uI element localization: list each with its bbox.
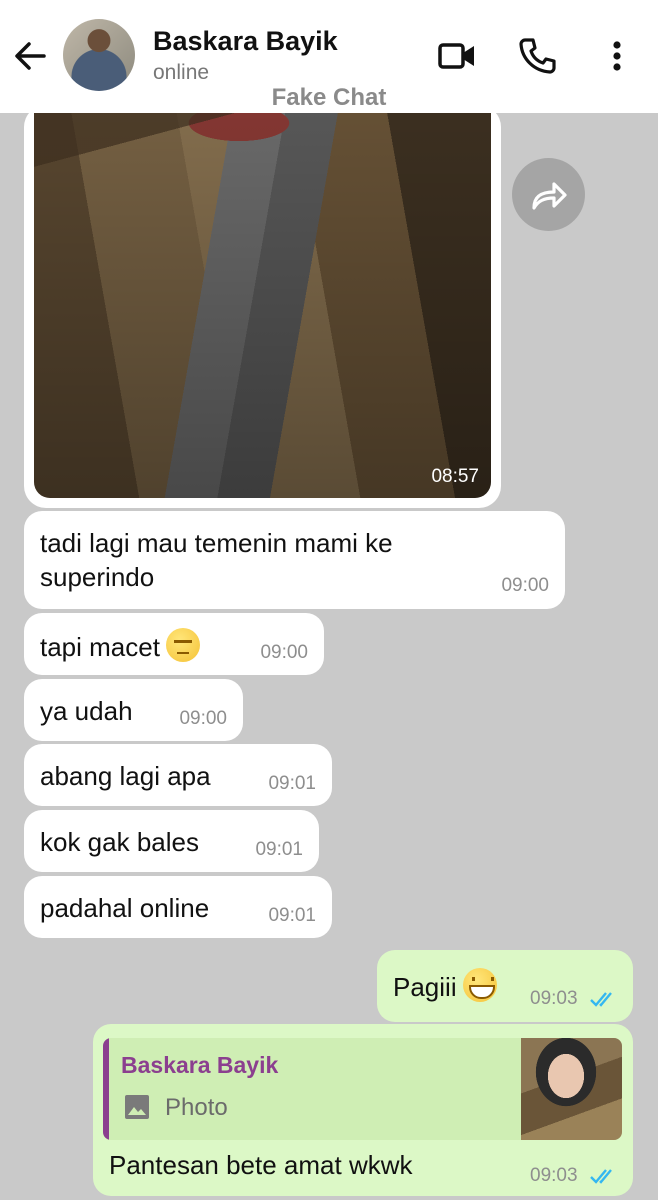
read-ticks-icon xyxy=(590,992,612,1007)
contact-name[interactable]: Baskara Bayik xyxy=(153,26,338,57)
incoming-message[interactable]: tapi macet 09:00 xyxy=(24,613,324,675)
quoted-reply[interactable]: Baskara Bayik Photo xyxy=(103,1038,622,1140)
message-text: kok gak bales xyxy=(40,827,199,857)
contact-status: online xyxy=(153,61,210,84)
reply-media-type: Photo xyxy=(165,1094,228,1121)
message-time: 09:00 xyxy=(179,708,227,729)
more-vert-icon[interactable] xyxy=(597,36,637,76)
avatar[interactable] xyxy=(63,19,135,91)
message-time: 09:01 xyxy=(255,839,303,860)
grinning-emoji xyxy=(462,968,497,1002)
outgoing-message[interactable]: Baskara Bayik Photo Pantesan bete amat w… xyxy=(93,1024,633,1196)
incoming-message[interactable]: kok gak bales 09:01 xyxy=(24,810,319,872)
message-time: 09:01 xyxy=(268,773,316,794)
read-ticks-icon xyxy=(590,1169,612,1184)
message-text: Pantesan bete amat wkwk xyxy=(109,1150,413,1180)
message-time: 09:03 xyxy=(530,988,578,1009)
photo-message[interactable]: 08:57 xyxy=(24,105,501,508)
incoming-message[interactable]: padahal online 09:01 xyxy=(24,876,332,938)
outgoing-message[interactable]: Pagiii 09:03 xyxy=(377,950,633,1022)
fake-chat-watermark: Fake Chat xyxy=(271,84,387,111)
photo-image[interactable]: 08:57 xyxy=(34,105,491,498)
reply-accent-bar xyxy=(103,1038,109,1140)
message-text: tapi macet xyxy=(40,632,160,662)
message-text: Pagiii xyxy=(393,972,457,1002)
message-time: 08:57 xyxy=(431,466,479,487)
message-time: 09:00 xyxy=(260,642,308,663)
message-text: padahal online xyxy=(40,893,210,923)
incoming-message[interactable]: tadi lagi mau temenin mami ke superindo … xyxy=(24,511,565,609)
message-text: ya udah xyxy=(40,696,133,726)
incoming-message[interactable]: ya udah 09:00 xyxy=(24,679,243,741)
message-time: 09:01 xyxy=(268,905,316,926)
message-text: tadi lagi mau temenin mami ke superindo xyxy=(40,528,393,592)
phone-icon[interactable] xyxy=(517,36,557,76)
message-text: abang lagi apa xyxy=(40,761,211,791)
message-text-wrap: Pagiii xyxy=(393,968,497,1004)
forward-button[interactable] xyxy=(512,158,585,231)
message-time: 09:00 xyxy=(501,575,549,596)
incoming-message[interactable]: abang lagi apa 09:01 xyxy=(24,744,332,806)
message-text-wrap: tapi macet xyxy=(40,628,200,664)
rolling-eyes-emoji xyxy=(165,628,200,662)
message-time: 09:03 xyxy=(530,1165,578,1186)
reply-thumbnail xyxy=(521,1038,622,1140)
video-call-icon[interactable] xyxy=(437,36,477,76)
image-icon xyxy=(125,1095,149,1119)
forward-icon xyxy=(532,182,567,210)
back-arrow-icon[interactable] xyxy=(10,36,50,76)
photo-shade xyxy=(34,105,491,498)
reply-sender-name: Baskara Bayik xyxy=(121,1052,279,1078)
